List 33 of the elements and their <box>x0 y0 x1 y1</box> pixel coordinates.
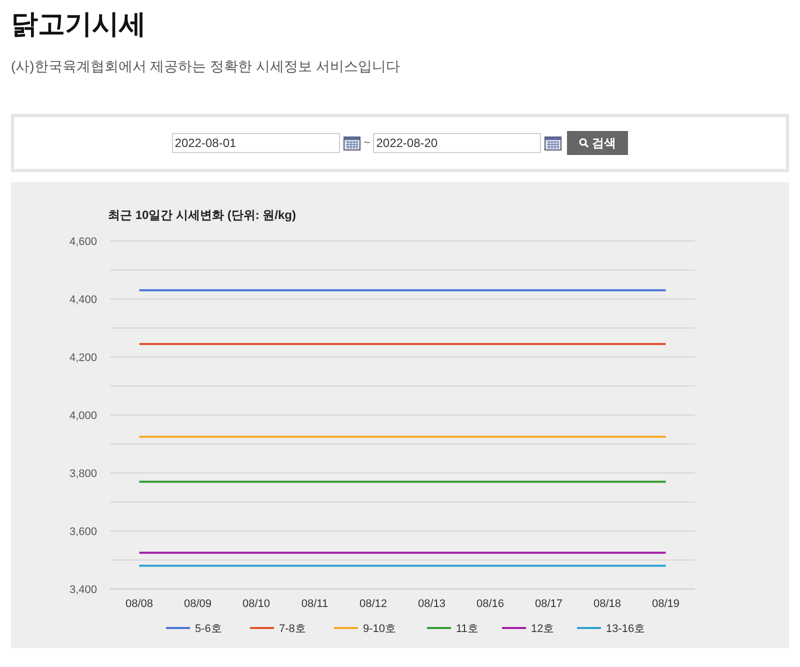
axis-label: 3,400 <box>69 584 97 596</box>
axis-label: 4,200 <box>69 352 97 364</box>
calendar-icon[interactable] <box>342 135 361 151</box>
legend-label: 13-16호 <box>606 623 646 635</box>
axis-label: 08/10 <box>242 598 270 610</box>
axis-label: 08/16 <box>476 598 504 610</box>
legend-label: 12호 <box>531 623 554 635</box>
date-field[interactable]: 2022-08-01 <box>172 133 340 153</box>
axis-label: 08/13 <box>418 598 446 610</box>
axis-label: 4,000 <box>69 410 97 422</box>
axis-label: 08/19 <box>652 598 680 610</box>
axis-label: 08/08 <box>125 598 154 610</box>
search-icon <box>579 138 590 148</box>
search-button[interactable]: 검색 <box>567 131 628 155</box>
page-title: 닭고기시세 <box>11 8 146 41</box>
legend-label: 9-10호 <box>363 623 396 635</box>
legend-label: 5-6호 <box>195 623 222 635</box>
chart-title: 최근 10일간 시세변화 (단위: 원/kg) <box>108 208 296 222</box>
page-subtitle: (사)한국육계협회에서 제공하는 정확한 시세정보 서비스입니다 <box>11 57 400 76</box>
axis-label: 08/18 <box>593 598 622 610</box>
range-separator: ~ <box>364 136 370 151</box>
axis-label: 3,600 <box>69 526 97 538</box>
legend-label: 7-8호 <box>279 623 306 635</box>
axis-label: 4,600 <box>69 236 97 248</box>
axis-label: 08/09 <box>184 598 212 610</box>
date-field[interactable]: 2022-08-20 <box>373 133 542 153</box>
axis-label: 08/11 <box>301 598 328 610</box>
calendar-icon[interactable] <box>544 135 562 151</box>
axis-label: 4,400 <box>69 294 97 306</box>
axis-label: 08/12 <box>359 598 388 610</box>
axis-label: 08/17 <box>534 598 563 610</box>
legend-label: 11호 <box>456 623 478 635</box>
axis-label: 3,800 <box>69 468 97 480</box>
